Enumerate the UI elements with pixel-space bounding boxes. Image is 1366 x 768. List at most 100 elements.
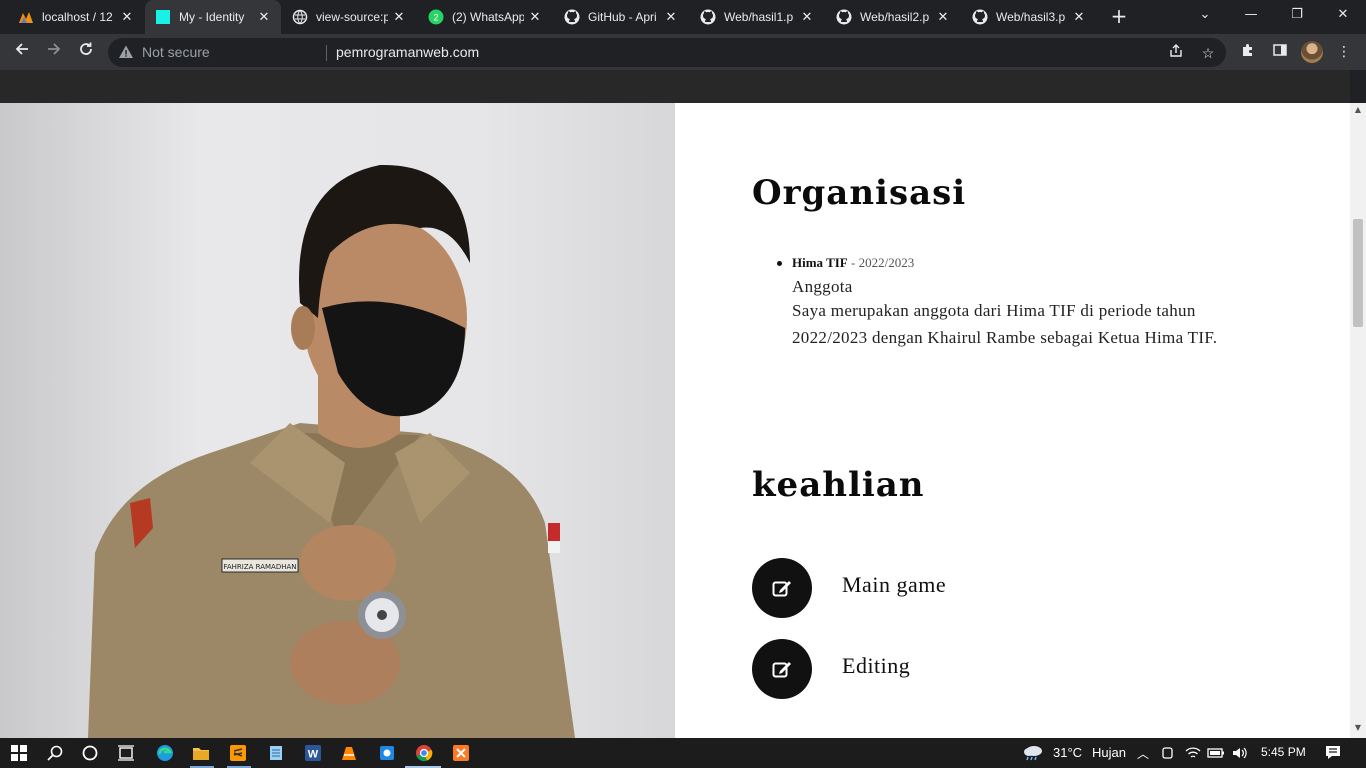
whatsapp-badge: 2 xyxy=(433,13,438,23)
windows-start-icon[interactable] xyxy=(8,743,30,763)
page-scrollbar[interactable]: ▲ ▼ xyxy=(1350,103,1366,738)
close-tab-icon[interactable]: ✕ xyxy=(257,9,271,25)
task-view-icon[interactable] xyxy=(115,743,137,763)
weather-desc[interactable]: Hujan xyxy=(1092,745,1126,760)
close-tab-icon[interactable]: ✕ xyxy=(120,9,134,25)
tab-hasil1[interactable]: Web/hasil1.p ✕ xyxy=(690,0,824,34)
kebab-menu-icon[interactable]: ⋮ xyxy=(1334,42,1354,62)
organisasi-heading: Organisasi xyxy=(752,173,967,213)
xampp-icon[interactable] xyxy=(450,743,472,763)
cortana-icon[interactable] xyxy=(79,743,101,763)
sublime-text-icon[interactable] xyxy=(227,743,249,763)
clock-time[interactable]: 5:45 PM xyxy=(1261,745,1306,759)
browser-tab-strip: localhost / 12 ✕ My - Identity ✕ view-so… xyxy=(0,0,1366,34)
tab-hasil3[interactable]: Web/hasil3.p ✕ xyxy=(962,0,1096,34)
skill-label: Editing xyxy=(842,653,911,678)
not-secure-warning-icon[interactable] xyxy=(118,44,136,62)
keahlian-heading: keahlian xyxy=(752,465,925,505)
site-navbar xyxy=(0,70,1350,103)
github-icon xyxy=(700,9,716,25)
profile-photo-illustration: FAHRIZA RAMADHAN xyxy=(88,164,575,738)
volume-icon[interactable] xyxy=(1228,743,1250,763)
close-tab-icon[interactable]: ✕ xyxy=(936,9,950,25)
github-icon xyxy=(836,9,852,25)
scroll-down-arrow-icon[interactable]: ▼ xyxy=(1354,723,1362,732)
chrome-icon[interactable] xyxy=(413,743,435,763)
bullet-icon xyxy=(777,261,782,266)
restore-button[interactable]: ❐ xyxy=(1274,0,1320,32)
content-column: Organisasi Hima TIF - 2022/2023 Anggota … xyxy=(675,103,1350,738)
word-icon[interactable]: W xyxy=(302,743,324,763)
address-divider xyxy=(326,45,327,61)
site-favicon-icon xyxy=(155,9,171,25)
profile-avatar[interactable] xyxy=(1301,41,1323,63)
search-icon[interactable] xyxy=(44,743,66,763)
back-arrow-icon[interactable] xyxy=(10,40,34,64)
battery-icon[interactable] xyxy=(1205,743,1227,763)
minimize-button[interactable]: — xyxy=(1228,0,1274,32)
org-role: Anggota xyxy=(792,277,853,296)
share-icon[interactable] xyxy=(1166,43,1186,63)
wifi-icon[interactable] xyxy=(1182,743,1204,763)
tab-title: Web/hasil2.p xyxy=(860,10,930,24)
reload-icon[interactable] xyxy=(74,40,98,64)
org-title-line: Hima TIF - 2022/2023 xyxy=(792,255,1232,271)
skill-item: Editing xyxy=(752,639,1152,699)
bookmark-star-icon[interactable]: ☆ xyxy=(1198,43,1218,63)
org-description: Saya merupakan anggota dari Hima TIF di … xyxy=(792,301,1218,347)
tab-search-chevron-icon[interactable]: ⌄ xyxy=(1182,0,1228,32)
file-explorer-icon[interactable] xyxy=(190,743,212,763)
skill-label: Main game xyxy=(842,572,947,597)
browser-toolbar: Not secure pemrogramanweb.com ☆ ⋮ xyxy=(0,34,1366,70)
security-label[interactable]: Not secure xyxy=(142,44,210,60)
tab-hasil2[interactable]: Web/hasil2.p ✕ xyxy=(826,0,960,34)
show-hidden-icons-chevron-icon[interactable]: ︿ xyxy=(1137,745,1149,762)
tab-title: view-source:p xyxy=(316,10,388,24)
tab-title: GitHub - Apri xyxy=(588,10,657,24)
side-panel-icon[interactable] xyxy=(1270,42,1290,62)
close-window-button[interactable]: ✕ xyxy=(1320,0,1366,32)
new-tab-button[interactable]: + xyxy=(1108,5,1130,27)
edge-icon[interactable] xyxy=(154,743,176,763)
tab-my-identity[interactable]: My - Identity ✕ xyxy=(145,0,281,34)
tab-github[interactable]: GitHub - Apri ✕ xyxy=(554,0,688,34)
weather-rain-icon[interactable] xyxy=(1020,743,1046,763)
close-tab-icon[interactable]: ✕ xyxy=(1072,9,1086,25)
extensions-puzzle-icon[interactable] xyxy=(1238,42,1258,62)
notification-center-icon[interactable] xyxy=(1322,743,1344,763)
close-tab-icon[interactable]: ✕ xyxy=(800,9,814,25)
globe-icon xyxy=(292,9,308,25)
close-tab-icon[interactable]: ✕ xyxy=(528,9,542,25)
tab-view-source[interactable]: view-source:p ✕ xyxy=(282,0,416,34)
org-period: - 2022/2023 xyxy=(851,255,915,270)
name-tag-text: FAHRIZA RAMADHAN xyxy=(223,563,296,571)
notepad-icon[interactable] xyxy=(265,743,287,763)
tab-title: Web/hasil3.p xyxy=(996,10,1066,24)
whatsapp-icon: 2 xyxy=(428,9,444,25)
svg-text:W: W xyxy=(308,749,319,761)
tab-title: (2) WhatsApp xyxy=(452,10,524,24)
meet-now-icon[interactable] xyxy=(1157,743,1179,763)
windows-taskbar: W 31°C Hujan ︿ 5:45 PM xyxy=(0,738,1366,768)
scroll-up-arrow-icon[interactable]: ▲ xyxy=(1354,105,1362,114)
org-name: Hima TIF xyxy=(792,255,848,270)
scrollbar-thumb[interactable] xyxy=(1353,219,1363,327)
web-page: FAHRIZA RAMADHAN Organisasi Hima TIF - 2… xyxy=(0,70,1350,738)
tab-title: localhost / 12 xyxy=(42,10,113,24)
tab-title: Web/hasil1.p xyxy=(724,10,794,24)
close-tab-icon[interactable]: ✕ xyxy=(664,9,678,25)
close-tab-icon[interactable]: ✕ xyxy=(392,9,406,25)
url-text[interactable]: pemrogramanweb.com xyxy=(336,44,479,60)
tab-phpmyadmin[interactable]: localhost / 12 ✕ xyxy=(8,0,144,34)
github-icon xyxy=(564,9,580,25)
weather-temp[interactable]: 31°C xyxy=(1053,745,1082,760)
profile-photo: FAHRIZA RAMADHAN xyxy=(0,103,675,738)
address-bar[interactable]: Not secure pemrogramanweb.com ☆ xyxy=(108,38,1226,67)
edit-icon xyxy=(752,639,812,699)
tab-title: My - Identity xyxy=(179,10,245,24)
vlc-icon[interactable] xyxy=(338,743,360,763)
forward-arrow-icon[interactable] xyxy=(42,40,66,64)
snipping-tool-icon[interactable] xyxy=(376,743,398,763)
github-icon xyxy=(972,9,988,25)
tab-whatsapp[interactable]: 2 (2) WhatsApp ✕ xyxy=(418,0,552,34)
